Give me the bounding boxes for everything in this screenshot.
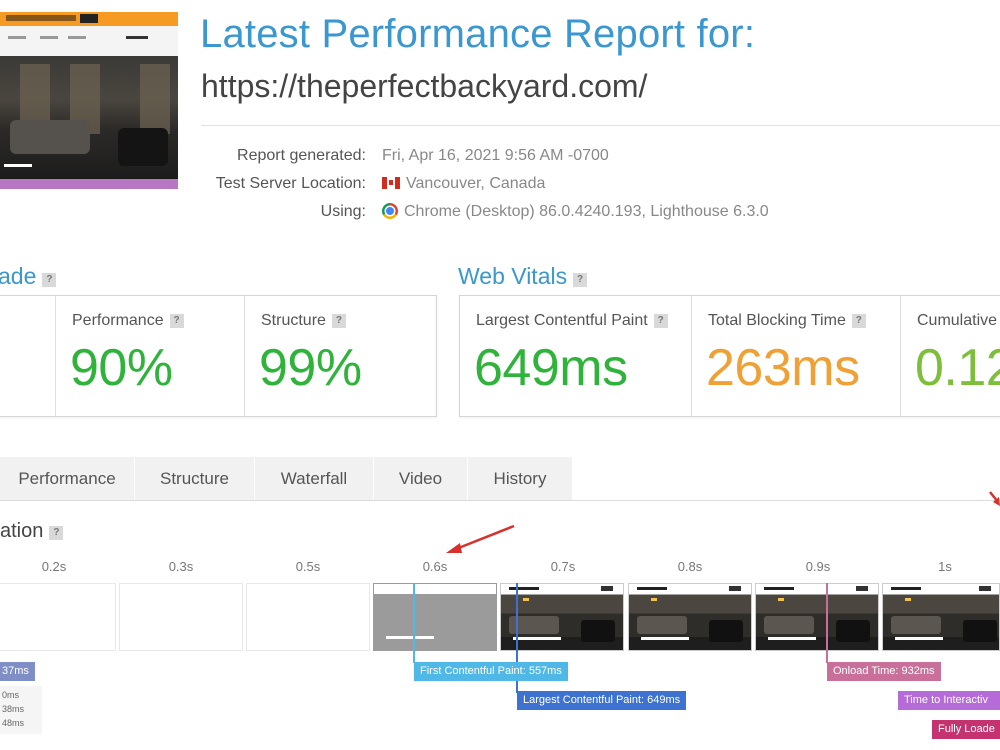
tab-video[interactable]: Video — [374, 457, 468, 501]
timeline-tick: 0.2s — [41, 559, 67, 574]
header-divider — [201, 125, 1000, 126]
help-icon[interactable]: ? — [49, 526, 64, 540]
page-title: Latest Performance Report for: — [200, 12, 756, 56]
onload-marker: Onload Time: 932ms — [827, 662, 941, 681]
tab-performance[interactable]: Performance — [0, 457, 135, 501]
cls-label: Cumulative — [917, 312, 998, 329]
report-tabs: Performance Structure Waterfall Video Hi… — [0, 457, 572, 501]
tbt-metric: Total Blocking Time? 263ms — [692, 296, 901, 416]
chrome-icon — [382, 203, 398, 219]
using-value: Chrome (Desktop) 86.0.4240.193, Lighthou… — [382, 203, 769, 221]
tbt-value: 263ms — [706, 339, 860, 397]
help-icon[interactable]: ? — [653, 314, 668, 328]
help-icon[interactable]: ? — [169, 314, 184, 328]
fcp-marker: First Contentful Paint: 557ms — [414, 662, 568, 681]
grade-section-title: ade? — [0, 263, 57, 290]
filmstrip-frame[interactable] — [500, 583, 624, 651]
filmstrip-frame[interactable] — [246, 583, 370, 651]
lcp-marker: Largest Contentful Paint: 649ms — [517, 691, 687, 710]
timeline-tick: 0.6s — [422, 559, 448, 574]
lcp-label: Largest Contentful Paint? — [476, 312, 668, 330]
tti-marker: Time to Interactiv — [898, 691, 1000, 710]
web-vitals-section-title: Web Vitals? — [458, 263, 588, 290]
timeline-tick: 0.9s — [805, 559, 831, 574]
help-icon[interactable]: ? — [331, 314, 346, 328]
help-icon[interactable]: ? — [42, 273, 57, 287]
filmstrip-frame[interactable] — [373, 583, 497, 651]
web-vitals-panel: Largest Contentful Paint? 649ms Total Bl… — [459, 295, 1000, 417]
fully-loaded-marker: Fully Loade — [932, 720, 1000, 739]
ttfb-marker: 37ms — [0, 662, 35, 681]
fcp-marker-line — [413, 583, 415, 663]
help-icon[interactable]: ? — [851, 314, 866, 328]
structure-label: Structure? — [261, 312, 346, 330]
grade-panel: Performance? 90% Structure? 99% — [0, 295, 437, 417]
annotation-arrow-icon — [446, 524, 515, 553]
web-vitals-title-text: Web Vitals — [458, 263, 568, 289]
annotation-arrow-icon — [989, 491, 1000, 506]
server-location-text: Vancouver, Canada — [406, 175, 546, 192]
lcp-metric: Largest Contentful Paint? 649ms — [460, 296, 692, 416]
summary-title-text: ation — [0, 520, 44, 542]
filmstrip-frame[interactable] — [119, 583, 243, 651]
filmstrip-frame[interactable] — [0, 583, 116, 651]
performance-label: Performance? — [72, 312, 184, 330]
timeline-tick: 0.8s — [677, 559, 703, 574]
canada-flag-icon — [382, 177, 400, 189]
timeline-tick: 0.7s — [550, 559, 576, 574]
grade-cell — [0, 296, 56, 416]
onload-marker-line — [826, 583, 828, 663]
tab-waterfall[interactable]: Waterfall — [255, 457, 374, 501]
browser-text: Chrome (Desktop) 86.0.4240.193, Lighthou… — [404, 203, 769, 220]
timeline-tick: 0.3s — [168, 559, 194, 574]
help-icon[interactable]: ? — [573, 273, 588, 287]
timeline-tick: 0.5s — [295, 559, 321, 574]
performance-metric: Performance? 90% — [56, 296, 245, 416]
using-label: Using: — [320, 203, 366, 220]
structure-metric: Structure? 99% — [245, 296, 435, 416]
summary-section-title: ation? — [0, 520, 64, 543]
performance-value: 90% — [70, 339, 173, 397]
lcp-value: 649ms — [474, 339, 628, 397]
grade-title-text: ade — [0, 263, 37, 289]
filmstrip-frame[interactable] — [755, 583, 879, 651]
tab-structure[interactable]: Structure — [135, 457, 255, 501]
timeline-tick: 1s — [938, 559, 952, 574]
filmstrip-frame[interactable] — [882, 583, 1000, 651]
report-generated-value: Fri, Apr 16, 2021 9:56 AM -0700 — [382, 147, 609, 164]
report-generated-label: Report generated: — [237, 147, 366, 164]
tabs-divider — [0, 500, 1000, 501]
tab-history[interactable]: History — [468, 457, 572, 501]
tbt-label: Total Blocking Time? — [708, 312, 866, 330]
structure-value: 99% — [259, 339, 362, 397]
cls-metric: Cumulative 0.12 — [901, 296, 1000, 416]
server-location-value: Vancouver, Canada — [382, 175, 545, 193]
site-screenshot-thumbnail — [0, 12, 178, 189]
server-location-label: Test Server Location: — [215, 175, 366, 192]
cls-value: 0.12 — [915, 339, 1000, 397]
small-timings: 0ms 38ms 48ms — [0, 686, 42, 734]
filmstrip-frame[interactable] — [628, 583, 752, 651]
report-url[interactable]: https://theperfectbackyard.com/ — [201, 68, 647, 105]
